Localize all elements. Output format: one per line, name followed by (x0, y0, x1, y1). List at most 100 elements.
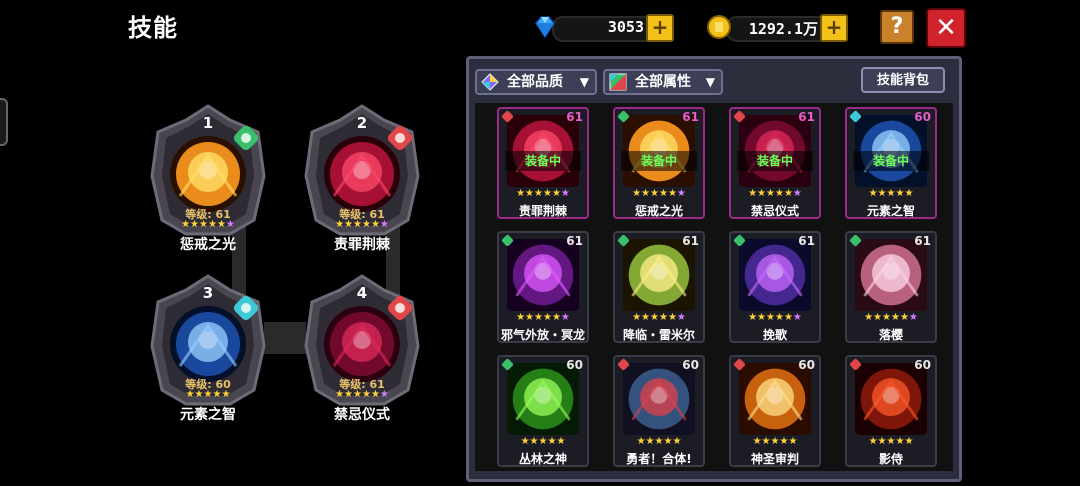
card-skill-name: 元素之智 (866, 204, 915, 218)
star-rating: ★★★★★ (185, 389, 231, 400)
star-rating: ★★★★★ (868, 188, 914, 199)
card-skill-name: 禁忌仪式 (750, 204, 799, 218)
card-skill-name: 勇者！合体! (626, 452, 692, 466)
card-stars: ★★★★★ (847, 188, 935, 199)
slot-skill-name: 元素之智 (180, 407, 236, 423)
skill-list-panel: 全部品质 ▼ 全部属性 ▼ 技能背包 61 装备中 ★★★★★★ 责罪荆棘 61… (466, 56, 962, 482)
card-stars: ★★★★★ (615, 436, 703, 447)
skill-art (505, 363, 581, 435)
skill-card[interactable]: 61 装备中 ★★★★★★ 惩戒之光 (613, 107, 705, 219)
skill-art (170, 136, 246, 212)
bonus-star: ★ (908, 312, 918, 323)
star-rating: ★★★★★ (181, 219, 226, 230)
skill-card[interactable]: 60 ★★★★★ 影侍 (845, 355, 937, 467)
bonus-star: ★ (560, 188, 570, 199)
skill-card[interactable]: 60 ★★★★★ 勇者！合体! (613, 355, 705, 467)
card-stars: ★★★★★★ (615, 188, 703, 199)
skill-art (170, 306, 246, 382)
star-rating: ★★★★★ (748, 188, 793, 199)
skill-art (621, 363, 697, 435)
card-level: 61 (682, 234, 699, 248)
quality-filter-label: 全部品质 (507, 74, 563, 90)
skill-card[interactable]: 61 ★★★★★★ 挽歌 (729, 231, 821, 343)
equipped-skill-slot-4[interactable]: 4 等级: 61 ★★★★★★ 禁忌仪式 (300, 272, 424, 428)
skill-card[interactable]: 61 ★★★★★★ 邪气外放・冥龙 (497, 231, 589, 343)
skill-card[interactable]: 61 ★★★★★★ 降临・雷米尔 (613, 231, 705, 343)
card-skill-name: 惩戒之光 (634, 204, 683, 218)
skill-art (505, 239, 581, 311)
chevron-down-icon: ▼ (705, 75, 715, 89)
close-button[interactable]: ✕ (926, 8, 966, 48)
bonus-star: ★ (379, 219, 389, 230)
skill-bag-button[interactable]: 技能背包 (861, 67, 945, 93)
gem-counter: 3053 + (532, 12, 674, 42)
card-stars: ★★★★★ (847, 436, 935, 447)
card-stars: ★★★★★ (731, 436, 819, 447)
star-rating: ★★★★★ (516, 188, 561, 199)
star-rating: ★★★★★ (632, 188, 677, 199)
slot-stars: ★★★★★★ (300, 389, 424, 400)
equipped-skill-slot-2[interactable]: 2 等级: 61 ★★★★★★ 责罪荆棘 (300, 102, 424, 258)
equipped-badge: 装备中 (505, 151, 581, 171)
slot-stars: ★★★★★★ (300, 219, 424, 230)
skill-card[interactable]: 60 ★★★★★ 丛林之神 (497, 355, 589, 467)
equipped-badge: 装备中 (853, 151, 929, 171)
star-rating: ★★★★★ (752, 436, 798, 447)
skill-art (324, 136, 400, 212)
add-gems-button[interactable]: + (646, 14, 674, 42)
bonus-star: ★ (225, 219, 235, 230)
card-skill-name: 神圣审判 (750, 452, 799, 466)
card-level: 60 (914, 110, 931, 124)
card-stars: ★★★★★★ (499, 312, 587, 323)
bonus-star: ★ (379, 389, 389, 400)
quality-filter-dropdown[interactable]: 全部品质 ▼ (475, 69, 597, 95)
equipped-skill-slot-1[interactable]: 1 等级: 61 ★★★★★★ 惩戒之光 (146, 102, 270, 258)
attribute-filter-label: 全部属性 (635, 74, 691, 90)
star-rating: ★★★★★ (748, 312, 793, 323)
card-level: 61 (566, 234, 583, 248)
skill-card[interactable]: 60 ★★★★★ 神圣审判 (729, 355, 821, 467)
equipped-skill-slot-3[interactable]: 3 等级: 60 ★★★★★ 元素之智 (146, 272, 270, 428)
skill-card[interactable]: 61 装备中 ★★★★★★ 责罪荆棘 (497, 107, 589, 219)
slot-skill-name: 责罪荆棘 (334, 237, 390, 253)
gold-amount: 1292.1万 (748, 20, 818, 38)
card-stars: ★★★★★★ (731, 188, 819, 199)
bonus-star: ★ (792, 312, 802, 323)
star-rating: ★★★★★ (520, 436, 566, 447)
skill-card[interactable]: 61 装备中 ★★★★★★ 禁忌仪式 (729, 107, 821, 219)
skill-card-grid: 61 装备中 ★★★★★★ 责罪荆棘 61 装备中 ★★★★★★ 惩戒之光 61… (475, 103, 953, 471)
bonus-star: ★ (676, 188, 686, 199)
page-title: 技能 (128, 14, 178, 42)
diamond-icon (535, 16, 555, 39)
skill-card[interactable]: 60 装备中 ★★★★★ 元素之智 (845, 107, 937, 219)
slot-skill-name: 禁忌仪式 (334, 407, 390, 423)
skill-art (324, 306, 400, 382)
help-button[interactable]: ? (880, 10, 914, 44)
attribute-icon (609, 73, 627, 91)
card-skill-name: 责罪荆棘 (518, 204, 567, 218)
card-level: 61 (798, 234, 815, 248)
gem-amount: 3053 (607, 18, 644, 36)
card-skill-name: 降临・雷米尔 (622, 328, 695, 342)
star-rating: ★★★★★ (516, 312, 561, 323)
side-drawer-handle[interactable] (0, 98, 8, 146)
bonus-star: ★ (792, 188, 802, 199)
card-skill-name: 邪气外放・冥龙 (500, 328, 585, 342)
card-level: 60 (914, 358, 931, 372)
card-level: 61 (914, 234, 931, 248)
star-rating: ★★★★★ (864, 312, 909, 323)
slot-stars: ★★★★★ (146, 389, 270, 400)
quality-icon (481, 73, 499, 91)
skill-card[interactable]: 61 ★★★★★★ 落樱 (845, 231, 937, 343)
star-rating: ★★★★★ (335, 389, 380, 400)
card-level: 61 (682, 110, 699, 124)
slot-stars: ★★★★★★ (146, 219, 270, 230)
skill-art (737, 363, 813, 435)
card-skill-name: 丛林之神 (518, 452, 567, 466)
skill-art (621, 239, 697, 311)
card-level: 60 (682, 358, 699, 372)
attribute-filter-dropdown[interactable]: 全部属性 ▼ (603, 69, 723, 95)
add-gold-button[interactable]: + (820, 14, 848, 42)
card-skill-name: 挽歌 (762, 328, 787, 342)
card-level: 61 (566, 110, 583, 124)
